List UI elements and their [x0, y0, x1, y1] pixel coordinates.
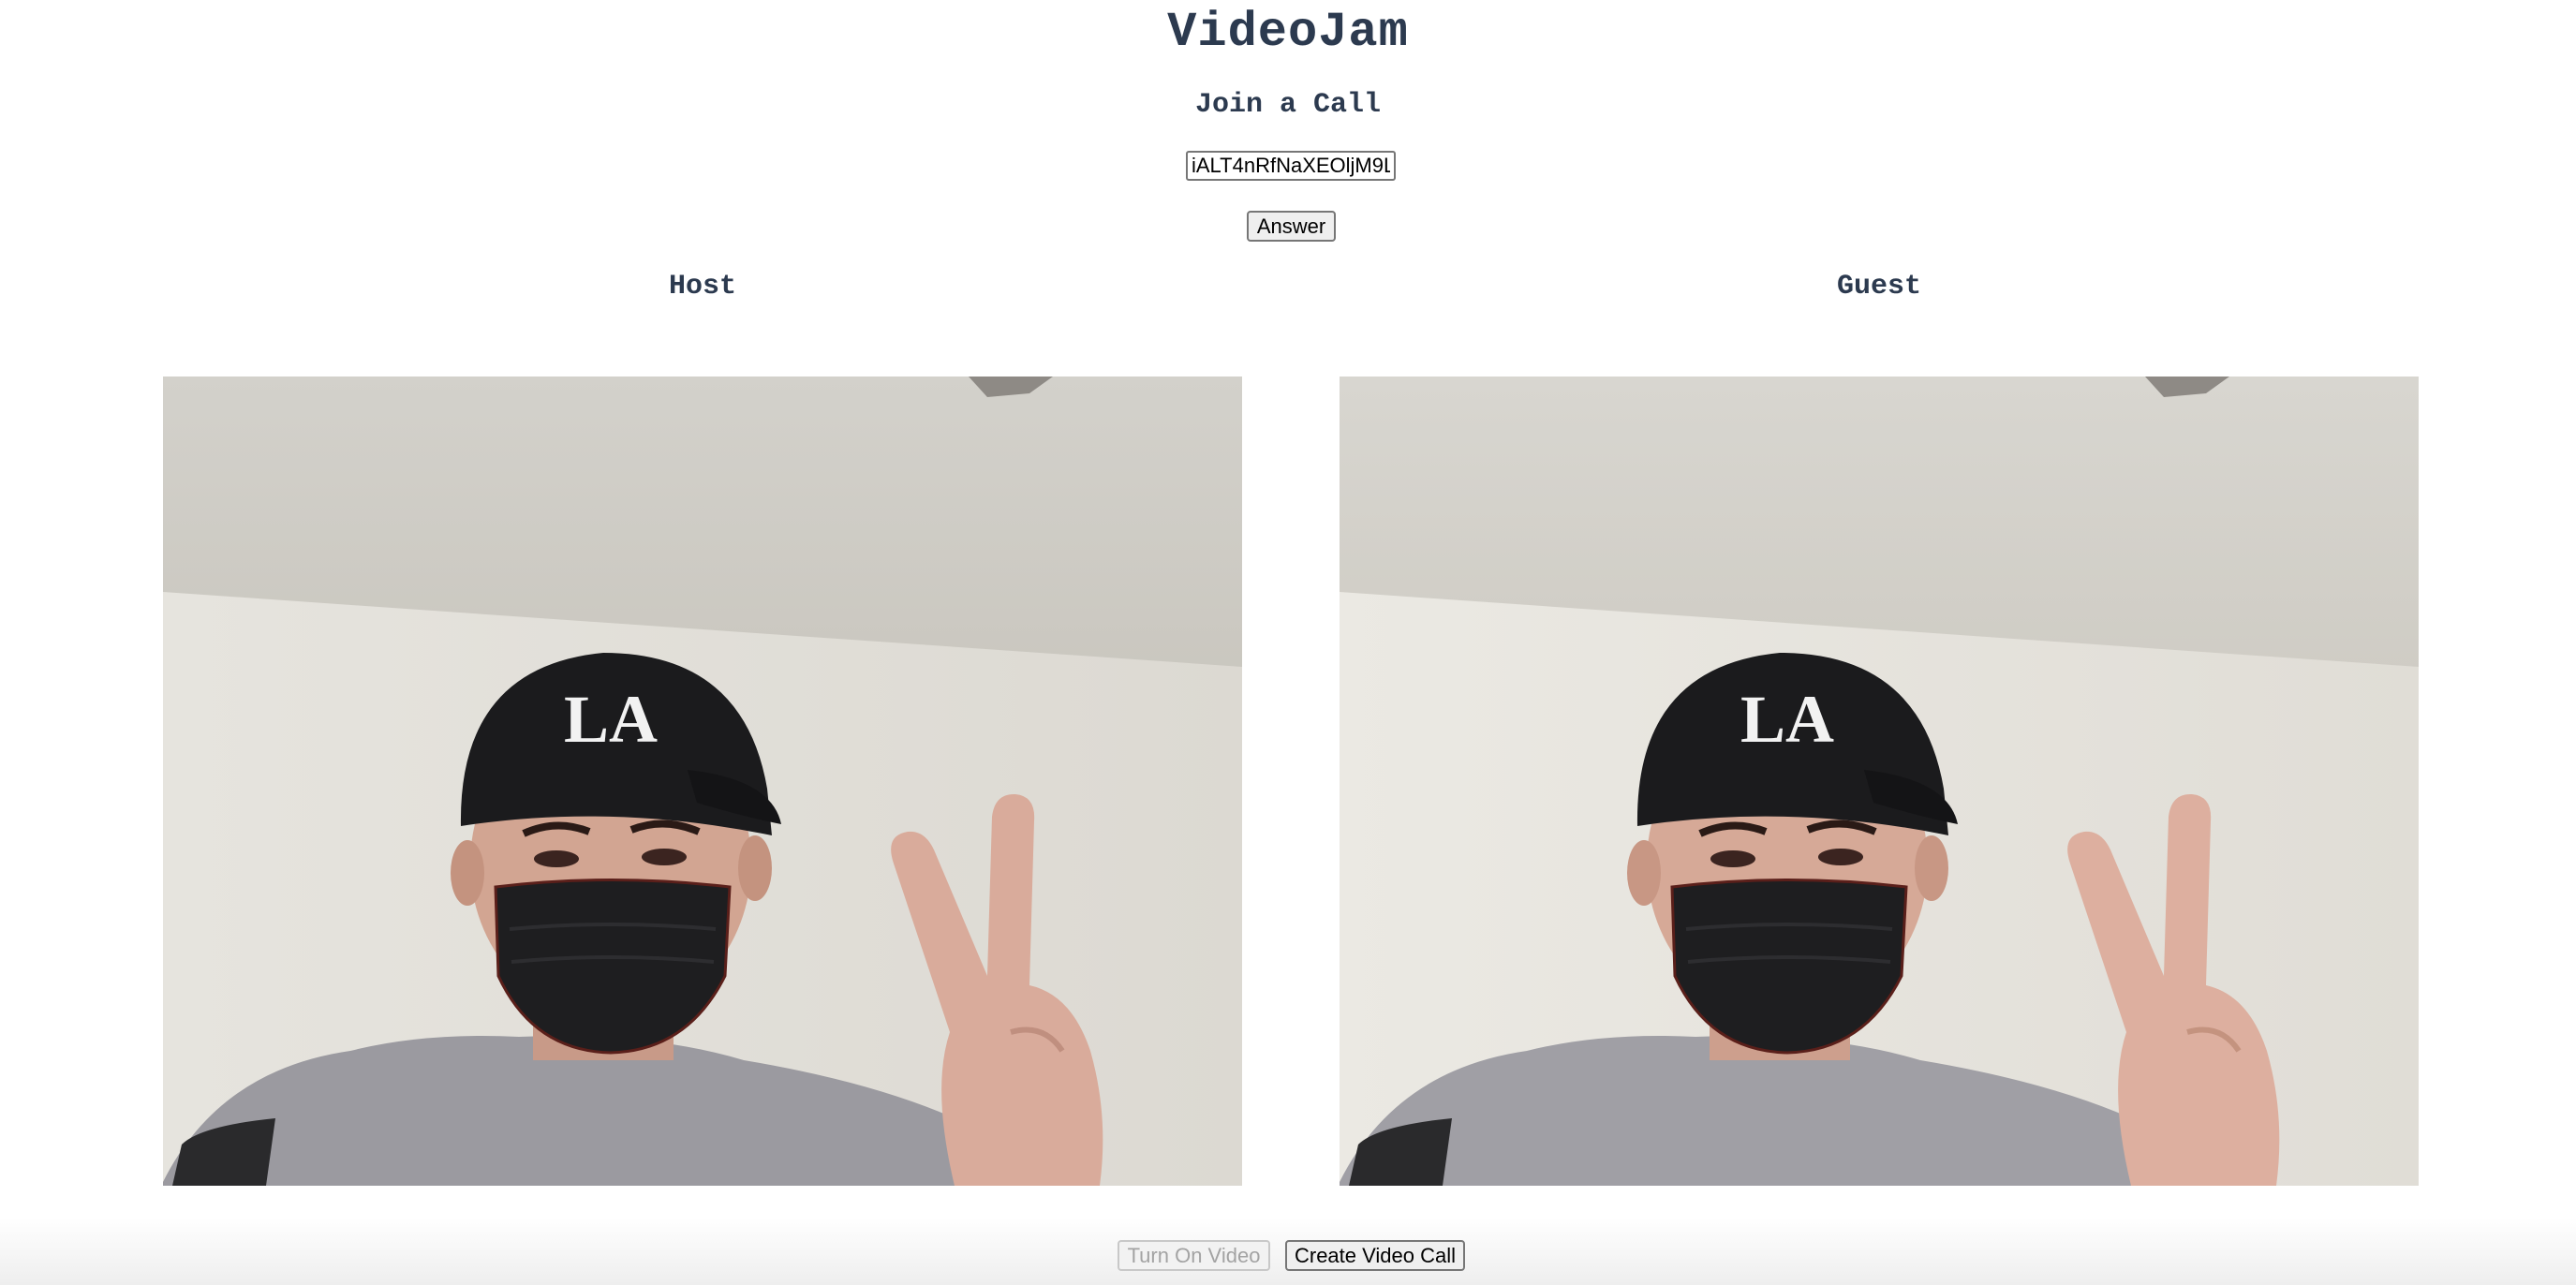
guest-video-frame: LA	[1340, 377, 2419, 1186]
host-video-frame: LA	[163, 377, 1242, 1186]
call-id-input[interactable]	[1186, 151, 1396, 181]
app-title: VideoJam	[1167, 5, 1409, 60]
join-call-heading: Join a Call	[1194, 89, 1382, 121]
answer-button[interactable]: Answer	[1247, 211, 1336, 242]
host-video-label: Host	[668, 271, 736, 303]
guest-video: LA	[1340, 377, 2419, 1186]
cap-logo: LA	[1740, 682, 1834, 757]
create-video-call-button[interactable]: Create Video Call	[1285, 1240, 1465, 1271]
cap-logo: LA	[564, 682, 658, 757]
host-video: LA	[163, 377, 1242, 1186]
turn-on-video-button[interactable]: Turn On Video	[1118, 1240, 1270, 1271]
guest-video-label: Guest	[1836, 271, 1921, 303]
